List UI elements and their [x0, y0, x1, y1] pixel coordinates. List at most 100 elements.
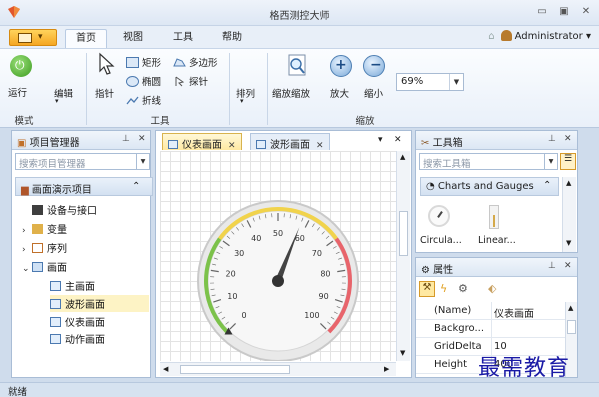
circular-gauge-item[interactable]: Circula...	[420, 235, 462, 246]
tab-view[interactable]: 视图	[113, 29, 153, 48]
zoom-level-select[interactable]: 69% ▼	[396, 73, 464, 91]
chevron-up-icon[interactable]: ⌃	[543, 180, 551, 191]
tree-item-sequences[interactable]: › 序列	[22, 240, 67, 255]
vertical-scrollbar[interactable]: ▲ ▼	[396, 151, 410, 361]
user-dropdown-icon: ▾	[585, 31, 591, 42]
scroll-left-icon[interactable]: ◀	[163, 365, 168, 373]
tree-item-action-screen[interactable]: 动作画面	[50, 331, 105, 346]
circular-gauge-icon[interactable]	[428, 205, 450, 227]
scroll-up-icon[interactable]: ▲	[566, 179, 571, 187]
toolbox-panel: ✂ 工具箱 ⊥ ✕ 搜索工具箱 ▾ ☰ ◔ Charts and Gauges …	[415, 130, 578, 253]
chevron-up-icon[interactable]: ⌃	[132, 181, 140, 192]
scroll-down-icon[interactable]: ▼	[566, 239, 571, 247]
zoom-in-icon[interactable]: +	[330, 55, 352, 77]
tag-icon[interactable]: ⬖	[488, 282, 496, 295]
arrange-dropdown-icon[interactable]: ▾	[240, 97, 244, 105]
tab-wave-screen[interactable]: 波形画面 ✕	[250, 133, 330, 151]
rectangle-label: 矩形	[142, 58, 162, 69]
tree-item-label: 序列	[47, 244, 67, 255]
ellipse-tool[interactable]: 椭圆	[126, 74, 161, 88]
pin-icon[interactable]: ⊥	[548, 261, 556, 271]
scroll-thumb[interactable]	[399, 211, 408, 256]
toolbox-scrollbar[interactable]: ▲ ▼	[562, 177, 576, 252]
scroll-down-icon[interactable]: ▼	[400, 349, 405, 357]
run-button[interactable]: 运行	[8, 85, 27, 99]
app-menu-icon	[18, 33, 32, 43]
project-search-input[interactable]: 搜索项目管理器	[15, 153, 137, 170]
pin-icon[interactable]: ⊥	[548, 134, 556, 144]
toolbox-view-icon[interactable]: ☰	[560, 153, 576, 170]
tree-item-main-screen[interactable]: 主画面	[50, 278, 95, 293]
close-icon[interactable]: ✕	[138, 134, 146, 144]
arrange-button[interactable]: 排列	[236, 86, 255, 100]
scroll-thumb[interactable]	[567, 320, 576, 334]
device-icon	[32, 205, 43, 215]
chevron-down-icon[interactable]: ⌄	[22, 264, 32, 274]
zoom-out-icon[interactable]: −	[363, 55, 385, 77]
tab-help[interactable]: 帮助	[212, 29, 252, 48]
linear-gauge-item[interactable]: Linear...	[478, 235, 516, 246]
app-menu-button[interactable]: ▾	[9, 29, 57, 46]
user-menu[interactable]: ⌂ Administrator ▾	[488, 30, 591, 42]
scroll-up-icon[interactable]: ▲	[568, 304, 573, 312]
tree-item-screens[interactable]: ⌄ 画面	[22, 259, 67, 274]
tree-item-wave-screen[interactable]: 波形画面	[50, 295, 149, 312]
pin-icon[interactable]: ⊥	[122, 134, 130, 144]
search-dropdown-icon[interactable]: ▾	[136, 153, 150, 170]
pointer-button[interactable]: 指针	[95, 86, 114, 100]
scroll-right-icon[interactable]: ▶	[384, 365, 389, 373]
scroll-up-icon[interactable]: ▲	[400, 153, 405, 161]
close-tab-icon[interactable]: ✕	[228, 141, 236, 151]
property-row[interactable]: Backgro...	[416, 320, 565, 338]
polyline-label: 折线	[142, 96, 162, 107]
close-icon[interactable]: ✕	[564, 261, 572, 271]
run-icon[interactable]	[10, 55, 32, 77]
property-value[interactable]: 仪表画面	[494, 305, 534, 320]
zoom-out-button[interactable]: 缩小	[364, 86, 383, 100]
close-icon[interactable]: ✕	[564, 134, 572, 144]
tab-home[interactable]: 首页	[65, 29, 107, 48]
probe-tool[interactable]: 探针	[173, 74, 208, 88]
scroll-thumb[interactable]	[180, 365, 290, 374]
rectangle-tool[interactable]: 矩形	[126, 55, 161, 69]
polyline-tool[interactable]: 折线	[126, 93, 161, 107]
home-icon[interactable]: ⌂	[488, 31, 494, 42]
search-dropdown-icon[interactable]: ▾	[544, 153, 558, 170]
settings-icon[interactable]: ⚙	[458, 282, 468, 295]
toolbox-icon: ✂	[421, 138, 430, 149]
linear-gauge-icon[interactable]	[489, 205, 499, 229]
pointer-icon	[99, 52, 115, 75]
charts-gauges-group-header[interactable]: ◔ Charts and Gauges ⌃	[420, 177, 559, 196]
tab-gauge-screen[interactable]: 仪表画面 ✕	[162, 133, 242, 151]
polygon-tool[interactable]: 多边形	[173, 55, 218, 69]
tree-item-variables[interactable]: › 变量	[22, 221, 67, 236]
chevron-down-icon[interactable]: ▼	[449, 74, 463, 90]
edit-dropdown-icon[interactable]: ▾	[55, 97, 59, 105]
gauge-widget[interactable]: 0102030405060708090100	[160, 151, 396, 361]
tree-item-devices[interactable]: 设备与接口	[22, 202, 97, 217]
project-group-header[interactable]: ▆ 画面演示项目 ⌃	[15, 177, 153, 196]
chevron-right-icon[interactable]: ›	[22, 226, 32, 236]
gauge-tick-label: 40	[251, 234, 261, 243]
design-canvas[interactable]: 0 10 20 30 40 50 60 70 80 90 100	[160, 151, 396, 361]
horizontal-scrollbar[interactable]: ◀ ▶	[160, 362, 396, 376]
polygon-label: 多边形	[189, 58, 218, 69]
close-button[interactable]: ✕	[577, 5, 595, 19]
zoom-in-button[interactable]: 放大	[330, 86, 349, 100]
screen-icon	[50, 281, 61, 291]
chevron-down-icon: ▾	[38, 32, 43, 42]
close-tab-icon[interactable]: ✕	[316, 141, 324, 151]
minimize-button[interactable]: ▭	[533, 5, 551, 19]
lightning-icon[interactable]: ϟ	[440, 282, 447, 295]
ribbon-divider	[86, 53, 87, 125]
maximize-button[interactable]: ▣	[555, 5, 573, 19]
tree-item-gauge-screen[interactable]: 仪表画面	[50, 314, 105, 329]
toolbox-search-input[interactable]: 搜索工具箱	[419, 153, 545, 170]
tab-tools[interactable]: 工具	[163, 29, 203, 48]
zoom-fit-button[interactable]: 缩放缩放	[272, 86, 310, 100]
wrench-icon[interactable]: ⚒	[419, 281, 435, 297]
close-document-icon[interactable]: ✕	[394, 135, 402, 145]
tab-list-icon[interactable]: ▾	[378, 135, 383, 145]
chevron-right-icon[interactable]: ›	[22, 245, 32, 255]
property-row[interactable]: (Name) 仪表画面	[416, 302, 565, 320]
